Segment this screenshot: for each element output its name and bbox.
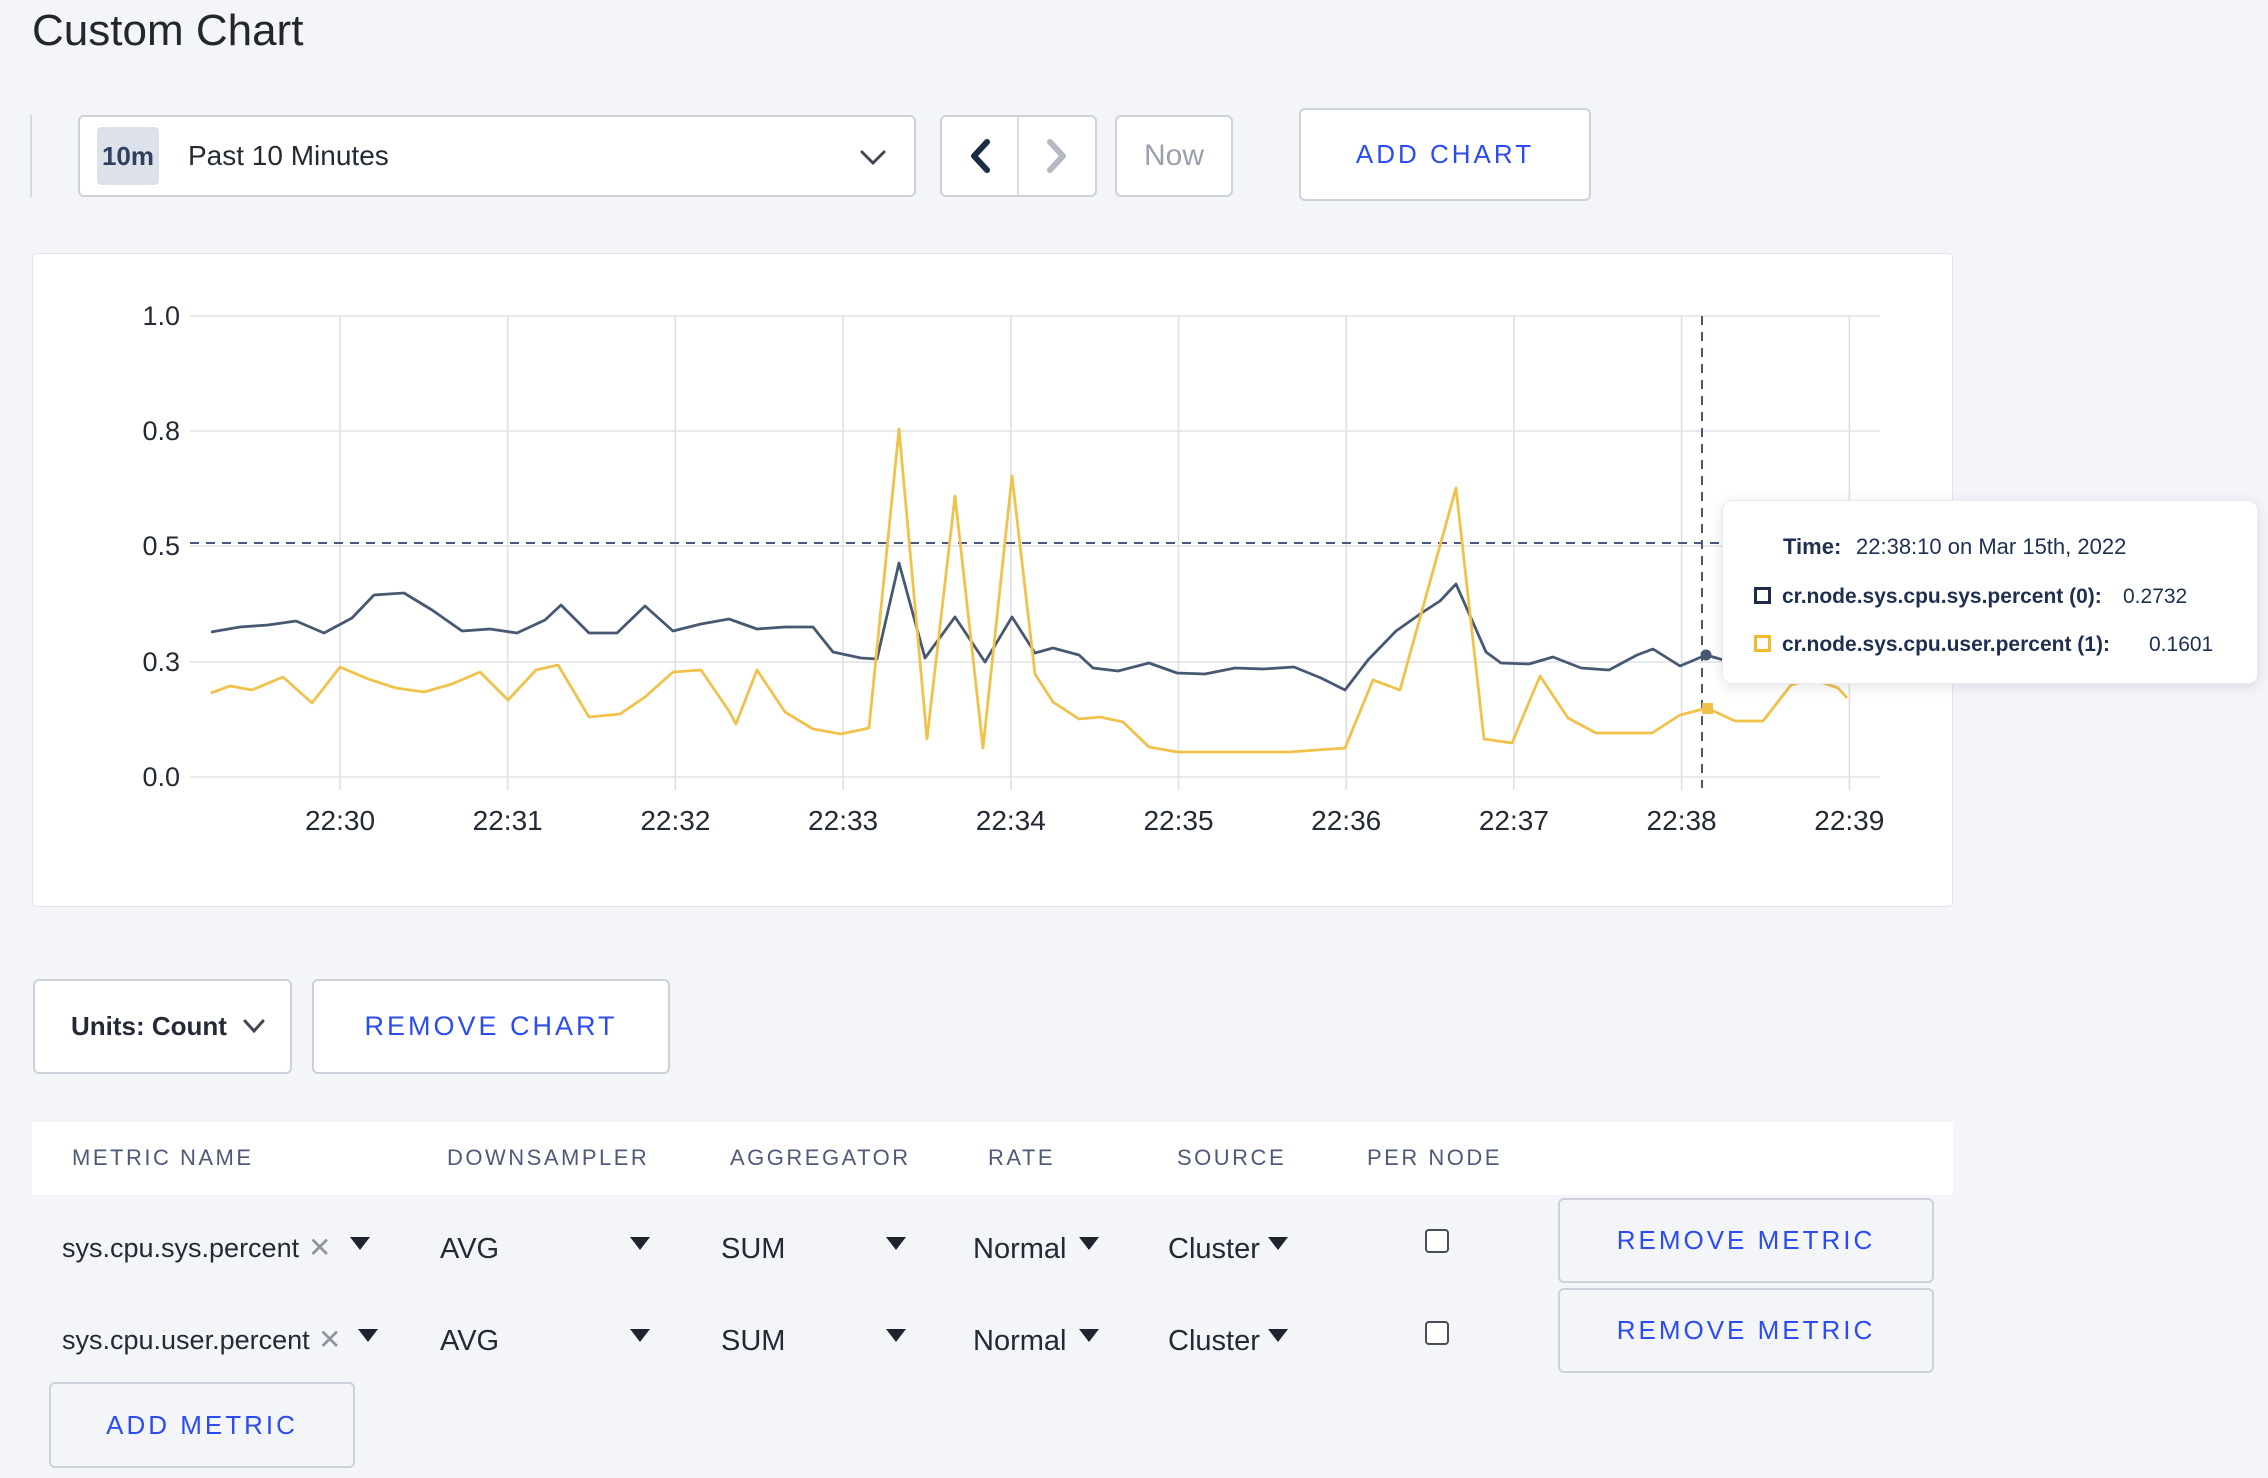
svg-text:22:33: 22:33: [808, 805, 878, 836]
svg-text:0.3: 0.3: [142, 647, 180, 677]
svg-text:22:30: 22:30: [305, 805, 375, 836]
svg-text:0.8: 0.8: [142, 416, 180, 446]
svg-text:0.5: 0.5: [142, 531, 180, 561]
svg-text:0.0: 0.0: [142, 762, 180, 792]
svg-text:22:32: 22:32: [640, 805, 710, 836]
svg-text:22:36: 22:36: [1311, 805, 1381, 836]
svg-text:22:39: 22:39: [1814, 805, 1884, 836]
svg-text:22:35: 22:35: [1143, 805, 1213, 836]
svg-text:1.0: 1.0: [142, 301, 180, 331]
svg-text:22:37: 22:37: [1479, 805, 1549, 836]
svg-text:22:31: 22:31: [473, 805, 543, 836]
svg-text:22:38: 22:38: [1647, 805, 1717, 836]
svg-text:22:34: 22:34: [976, 805, 1046, 836]
